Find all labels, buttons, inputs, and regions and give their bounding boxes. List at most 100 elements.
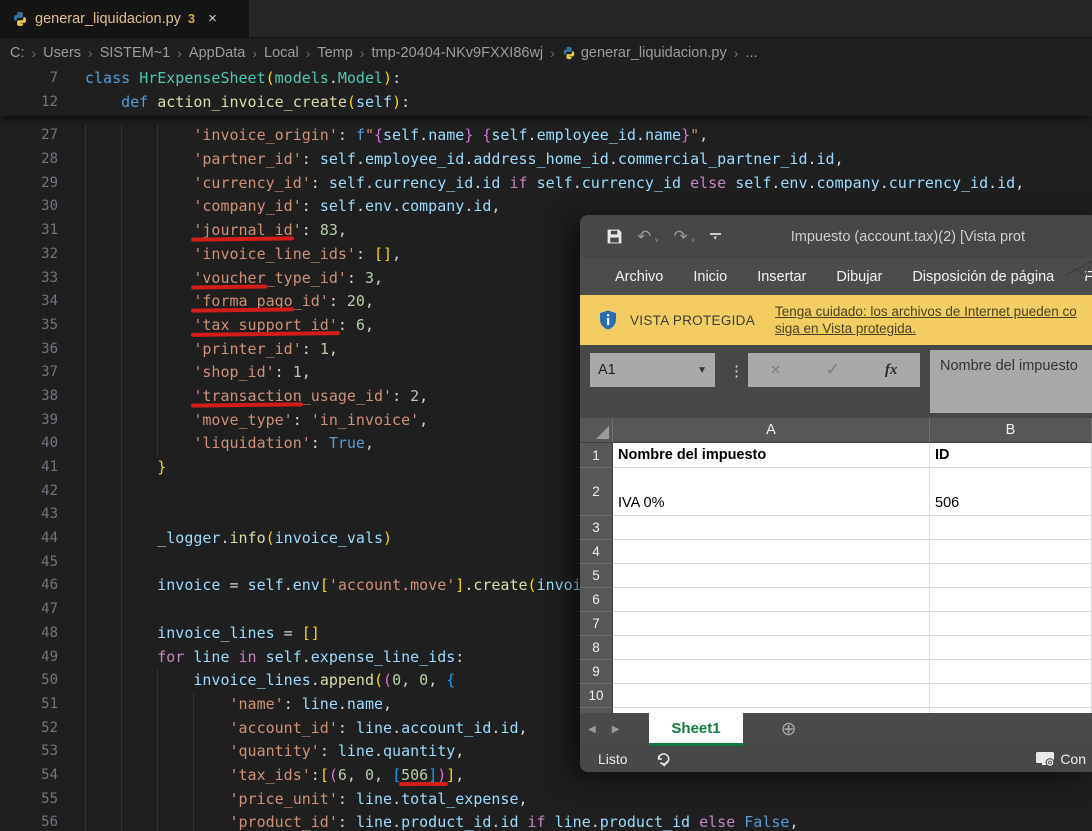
ribbon-tab-inicio[interactable]: Inicio — [678, 269, 742, 285]
grid-cell-B5[interactable] — [930, 564, 1092, 588]
ribbon-tab-disposici-n-de-p-gina[interactable]: Disposición de página — [897, 269, 1069, 285]
code-line[interactable]: 55 'price_unit': line.total_expense, — [0, 788, 1092, 812]
grid-cell-B4[interactable] — [930, 540, 1092, 564]
code-token: 'journal_id — [193, 221, 292, 239]
code-line[interactable]: 29 'currency_id': self.currency_id.id if… — [0, 172, 1092, 196]
line-number: 28 — [0, 148, 58, 172]
breadcrumb-item[interactable]: ... — [745, 45, 757, 61]
grid-cell-A5[interactable] — [613, 564, 930, 588]
grid-cell-B10[interactable] — [930, 684, 1092, 708]
row-header-5[interactable]: 5 — [580, 564, 613, 588]
grid-cell-A1[interactable]: Nombre del impuesto — [613, 443, 930, 468]
code-token: , — [699, 126, 708, 144]
column-header-a[interactable]: A — [613, 418, 930, 443]
name-box[interactable]: A1 ▼ — [590, 353, 715, 387]
code-line[interactable]: 28 'partner_id': self.employee_id.addres… — [0, 148, 1092, 172]
code-line[interactable]: 12 def action_invoice_create(self): — [0, 91, 1092, 115]
indent-guide — [157, 195, 158, 219]
formula-bar[interactable]: Nombre del impuesto — [930, 350, 1092, 413]
editor-tab[interactable]: generar_liquidacion.py 3 × — [0, 0, 250, 37]
redo-icon[interactable]: ↷∨ — [673, 227, 695, 247]
add-sheet-icon[interactable]: ⊕ — [781, 713, 797, 746]
code-token: . — [392, 197, 401, 215]
sheet-nav-prev-icon[interactable]: ◀ — [580, 713, 604, 746]
line-number: 51 — [0, 693, 58, 717]
close-icon[interactable]: × — [208, 10, 217, 27]
grid-cell-A9[interactable] — [613, 660, 930, 684]
ribbon-tab-dibujar[interactable]: Dibujar — [821, 269, 897, 285]
enter-icon[interactable]: ✓ — [826, 360, 840, 380]
row-header-4[interactable]: 4 — [580, 540, 613, 564]
sheet-tab[interactable]: Sheet1 — [649, 713, 742, 746]
breadcrumb-item[interactable]: C: — [10, 45, 25, 61]
breadcrumb-item[interactable]: tmp-20404-NKv9FXXI86wj — [372, 45, 544, 61]
grid-cell-B2[interactable]: 506 — [930, 468, 1092, 516]
protected-view-link-line2[interactable]: siga en Vista protegida. — [775, 320, 1077, 337]
row-header-8[interactable]: 8 — [580, 636, 613, 660]
code-token: . — [808, 174, 817, 192]
code-token: _id' — [293, 292, 329, 310]
customize-quick-access-icon[interactable]: ▾ — [710, 233, 721, 241]
grid-cell-B6[interactable] — [930, 588, 1092, 612]
cancel-icon[interactable]: × — [771, 360, 781, 380]
row-header-9[interactable]: 9 — [580, 660, 613, 684]
column-header-b[interactable]: B — [930, 418, 1092, 443]
protected-view-message[interactable]: Tenga cuidado: los archivos de Internet … — [775, 303, 1077, 337]
grid-cell-A4[interactable] — [613, 540, 930, 564]
ribbon-tab-archivo[interactable]: Archivo — [600, 269, 678, 285]
pen-icon — [1062, 258, 1092, 283]
breadcrumb-item[interactable]: Local — [264, 45, 299, 61]
breadcrumb-item[interactable]: Users — [43, 45, 81, 61]
code-token — [85, 387, 193, 405]
code-token: 'invoice_line_ids' — [193, 245, 356, 263]
grid-cell-B11[interactable] — [930, 708, 1092, 713]
breadcrumb-item[interactable]: generar_liquidacion.py — [562, 45, 727, 61]
insert-function-icon[interactable]: fx — [885, 362, 898, 379]
breadcrumb-item[interactable]: SISTEM~1 — [100, 45, 171, 61]
code-token: self — [266, 648, 302, 666]
breadcrumb-label: SISTEM~1 — [100, 45, 171, 61]
grid-cell-B1[interactable]: ID — [930, 443, 1092, 468]
indent-guide — [85, 574, 86, 598]
sheet-nav-next-icon[interactable]: ▶ — [604, 713, 628, 746]
grid-cell-A6[interactable] — [613, 588, 930, 612]
indent-guide — [85, 717, 86, 741]
grid-cell-A8[interactable] — [613, 636, 930, 660]
code-token — [85, 671, 193, 689]
select-all-button[interactable] — [580, 418, 613, 443]
undo-icon[interactable]: ↶∨ — [637, 227, 659, 247]
row-header-1[interactable]: 1 — [580, 443, 613, 468]
row-header-2[interactable]: 2 — [580, 468, 613, 516]
breadcrumb-item[interactable]: AppData — [189, 45, 245, 61]
grid-cell-B8[interactable] — [930, 636, 1092, 660]
row-header-10[interactable]: 10 — [580, 684, 613, 708]
row-header-3[interactable]: 3 — [580, 516, 613, 540]
grid-cell-A2[interactable]: IVA 0% — [613, 468, 930, 516]
formula-bar-row: A1 ▼ ⋮ × ✓ fx Nombre del impuesto — [580, 345, 1092, 418]
code-token: . — [464, 576, 473, 594]
code-token: name — [428, 126, 464, 144]
indent-guide — [121, 574, 122, 598]
indent-guide — [121, 669, 122, 693]
accessibility-check-icon[interactable] — [654, 750, 673, 768]
dots-separator-icon[interactable]: ⋮ — [729, 362, 744, 380]
protected-view-link-line1[interactable]: Tenga cuidado: los archivos de Internet … — [775, 303, 1077, 320]
grid-cell-A10[interactable] — [613, 684, 930, 708]
save-icon[interactable] — [606, 228, 623, 245]
code-token: 0 — [365, 766, 374, 784]
grid-cell-A3[interactable] — [613, 516, 930, 540]
row-header-7[interactable]: 7 — [580, 612, 613, 636]
grid-cell-B9[interactable] — [930, 660, 1092, 684]
code-line[interactable]: 27 'invoice_origin': f"{self.name} {self… — [0, 124, 1092, 148]
grid-cell-B7[interactable] — [930, 612, 1092, 636]
code-token: 'partner_id' — [193, 150, 301, 168]
display-settings[interactable]: Con — [1035, 751, 1086, 768]
code-line[interactable]: 7class HrExpenseSheet(models.Model): — [0, 67, 1092, 91]
ribbon-tab-insertar[interactable]: Insertar — [742, 269, 821, 285]
grid-cell-B3[interactable] — [930, 516, 1092, 540]
row-header-6[interactable]: 6 — [580, 588, 613, 612]
grid-cell-A7[interactable] — [613, 612, 930, 636]
chevron-down-icon[interactable]: ▼ — [697, 365, 707, 376]
breadcrumb-item[interactable]: Temp — [317, 45, 352, 61]
code-line[interactable]: 56 'product_id': line.product_id.id if l… — [0, 811, 1092, 831]
